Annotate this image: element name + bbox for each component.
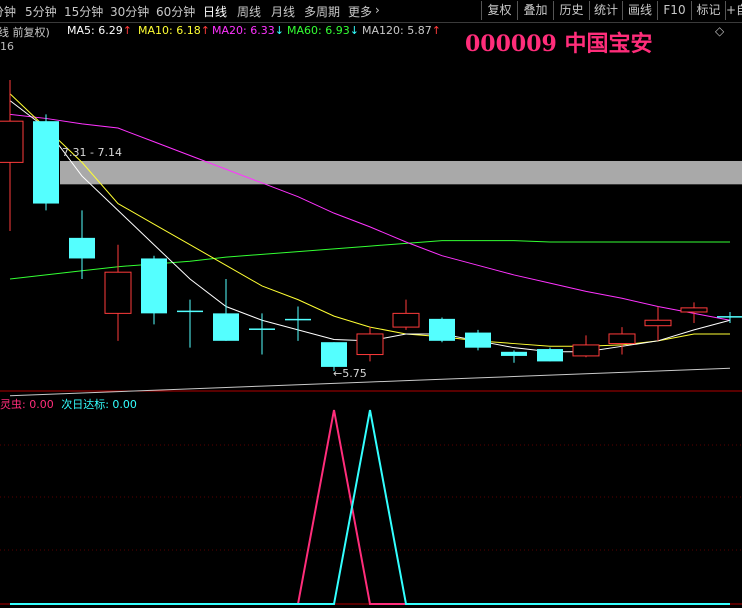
candlestick[interactable] — [356, 327, 384, 362]
candle-body — [465, 332, 491, 348]
candle-body — [644, 319, 672, 327]
candlestick[interactable] — [249, 313, 275, 355]
candle-body — [501, 351, 527, 356]
candle-body — [104, 271, 132, 314]
candle-body — [717, 316, 742, 318]
resistance-zone — [60, 160, 742, 185]
candle-body — [285, 318, 311, 321]
candle-body — [608, 333, 636, 345]
candle-body — [69, 237, 95, 259]
candlestick[interactable] — [644, 306, 672, 341]
candle-body — [392, 312, 420, 328]
candlestick[interactable] — [465, 329, 491, 351]
indicator-b-label: 次日达标: 0.00 — [61, 398, 137, 411]
candle-body — [0, 120, 24, 163]
candlestick[interactable] — [608, 327, 636, 355]
indicator-legend: 灵虫: 0.00 次日达标: 0.00 — [0, 396, 137, 412]
candle-body — [321, 342, 347, 367]
candlestick[interactable] — [572, 335, 600, 358]
candle-body — [572, 344, 600, 357]
candlestick[interactable] — [104, 244, 132, 341]
candle-body — [356, 333, 384, 356]
low-price-label: ←5.75 — [333, 367, 367, 380]
candlestick[interactable] — [717, 311, 742, 323]
candlestick[interactable] — [392, 299, 420, 330]
candle-body — [33, 121, 59, 204]
candle-body — [213, 313, 239, 341]
candlestick[interactable] — [69, 210, 95, 280]
indicator-a-line — [10, 409, 730, 605]
candlestick[interactable] — [429, 317, 455, 343]
candlestick[interactable] — [680, 302, 708, 323]
ma120-line — [9, 367, 731, 397]
candlestick[interactable] — [141, 255, 167, 325]
candle-body — [249, 328, 275, 330]
candle-body — [429, 318, 455, 341]
indicator-a-label: 灵虫: 0.00 — [0, 398, 54, 411]
candlestick[interactable] — [501, 350, 527, 363]
kline-chart[interactable]: 7.31 - 7.14 ←5.75 — [0, 0, 742, 608]
candle-body — [177, 310, 203, 313]
candle-body — [537, 349, 563, 362]
zone-label: 7.31 - 7.14 — [62, 146, 122, 159]
candlestick[interactable] — [33, 114, 59, 211]
candlestick[interactable] — [537, 347, 563, 362]
candle-body — [680, 307, 708, 313]
indicator-b-line — [10, 409, 730, 605]
candle-body — [141, 258, 167, 314]
candlestick[interactable] — [177, 299, 203, 348]
candlestick[interactable] — [285, 306, 311, 341]
